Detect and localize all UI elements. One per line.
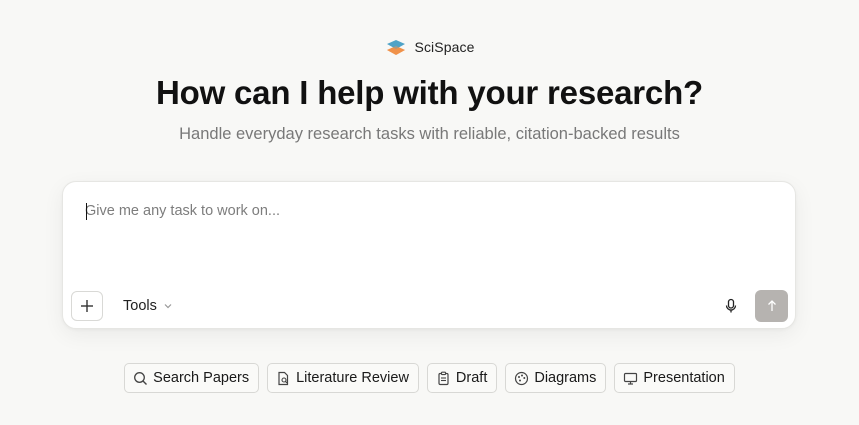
quick-action-label: Diagrams <box>534 370 597 386</box>
monitor-icon <box>624 372 638 385</box>
voice-input-button[interactable] <box>719 294 743 318</box>
brand-name: SciSpace <box>414 39 475 55</box>
plus-icon <box>81 300 93 312</box>
microphone-icon <box>725 298 737 313</box>
tools-dropdown[interactable]: Tools <box>119 293 177 319</box>
task-composer: Tools <box>62 181 796 329</box>
clipboard-icon <box>438 371 449 385</box>
quick-action-label: Search Papers <box>153 370 250 386</box>
page-title: How can I help with your research? <box>156 74 703 111</box>
task-input[interactable] <box>85 200 765 222</box>
quick-action-diagrams[interactable]: Diagrams <box>505 363 607 393</box>
quick-actions: Search Papers Literature Review Draft Di… <box>0 363 859 393</box>
text-caret <box>86 203 87 220</box>
quick-action-search-papers[interactable]: Search Papers <box>124 363 260 393</box>
tools-label: Tools <box>123 298 157 314</box>
brand: SciSpace <box>0 36 859 58</box>
send-button[interactable] <box>755 290 788 322</box>
chevron-down-icon <box>164 304 172 309</box>
scispace-logo-icon <box>386 40 405 55</box>
quick-action-label: Literature Review <box>296 370 409 386</box>
quick-action-label: Presentation <box>643 370 725 386</box>
page-subtitle: Handle everyday research tasks with reli… <box>179 125 680 143</box>
quick-action-literature-review[interactable]: Literature Review <box>267 363 419 393</box>
search-icon <box>134 371 148 385</box>
add-attachment-button[interactable] <box>71 291 103 321</box>
document-search-icon <box>278 371 289 385</box>
arrow-up-icon <box>767 300 776 311</box>
palette-icon <box>515 371 529 385</box>
quick-action-label: Draft <box>455 370 488 386</box>
quick-action-draft[interactable]: Draft <box>426 363 498 393</box>
quick-action-presentation[interactable]: Presentation <box>614 363 735 393</box>
